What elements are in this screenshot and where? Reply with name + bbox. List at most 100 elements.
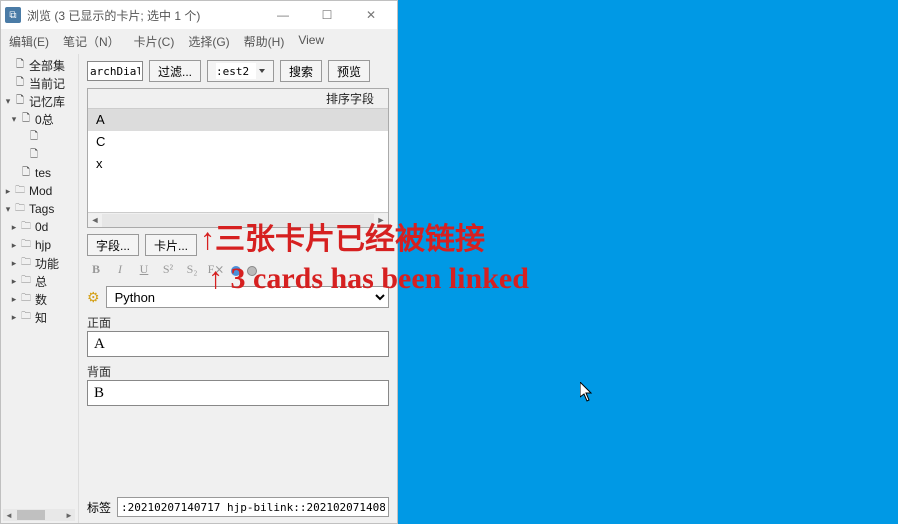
table-row[interactable]: A (88, 109, 388, 131)
folder-icon: 🗀 (19, 293, 33, 305)
bold-button[interactable]: B (87, 262, 105, 280)
sidebar-item[interactable]: 🗋tes (1, 164, 78, 182)
sidebar-item-label: 数 (35, 291, 47, 308)
scroll-right-icon[interactable]: ► (63, 511, 75, 520)
minimize-button[interactable]: — (261, 1, 305, 29)
sidebar-item-label: 0d (35, 220, 48, 234)
maximize-button[interactable]: ☐ (305, 1, 349, 29)
menu-view[interactable]: View (298, 33, 324, 50)
sidebar-item-label: 知 (35, 309, 47, 326)
expand-chevron-icon[interactable]: ▾ (3, 96, 13, 107)
sidebar-item[interactable]: ▾🗋0总 (1, 110, 78, 128)
app-icon: ⧉ (5, 7, 21, 23)
sidebar-item[interactable]: 🗋 (1, 128, 78, 146)
sidebar-item-label: 0总 (35, 111, 54, 128)
sort-column-label: 排序字段 (326, 90, 374, 107)
sidebar-item[interactable]: ▸🗀功能 (1, 254, 78, 272)
sidebar-item-label: Mod (29, 184, 52, 198)
deck-filter-dropdown[interactable] (207, 60, 274, 82)
table-row[interactable]: C (88, 131, 388, 153)
sidebar-item-label: 总 (35, 273, 47, 290)
cards-button[interactable]: 卡片... (145, 234, 197, 256)
folder-icon: 🗀 (19, 311, 33, 323)
sidebar-item[interactable]: ▸🗀0d (1, 218, 78, 236)
text-color-button[interactable] (231, 266, 241, 276)
deck-icon: 🗋 (13, 77, 27, 89)
front-label: 正面 (87, 314, 389, 331)
scroll-left-icon[interactable]: ◄ (3, 511, 15, 520)
sidebar-item-label: Tags (29, 202, 54, 216)
sidebar-item[interactable]: ▸🗀知 (1, 308, 78, 326)
sidebar-item[interactable]: ▸🗀Mod (1, 182, 78, 200)
tags-input[interactable] (117, 497, 389, 517)
table-row[interactable]: x (88, 153, 388, 175)
menu-cards[interactable]: 卡片(C) (134, 33, 175, 50)
search-toolbar: 过滤... 搜索 预览 (87, 60, 389, 82)
search-input[interactable] (87, 61, 143, 81)
deck-filter-input[interactable] (216, 63, 256, 79)
underline-button[interactable]: U (135, 262, 153, 280)
scrollbar-thumb[interactable] (17, 510, 45, 520)
horizontal-scrollbar[interactable]: ◄ ► (88, 212, 388, 227)
expand-chevron-icon[interactable]: ▸ (3, 186, 13, 197)
menu-select[interactable]: 选择(G) (188, 33, 229, 50)
expand-chevron-icon[interactable]: ▸ (9, 312, 19, 323)
search-button[interactable]: 搜索 (280, 60, 322, 82)
expand-chevron-icon[interactable]: ▸ (9, 258, 19, 269)
sidebar: 🗋全部集🗋当前记▾🗋记忆库▾🗋0总🗋🗋🗋tes▸🗀Mod▾🗀Tags▸🗀0d▸🗀… (1, 54, 79, 523)
sidebar-item-label: 全部集 (29, 57, 65, 74)
sidebar-item-label: tes (35, 166, 51, 180)
superscript-button[interactable]: S² (159, 262, 177, 280)
sidebar-item[interactable]: ▸🗀数 (1, 290, 78, 308)
fields-toolbar: 字段... 卡片... (87, 234, 389, 256)
clear-format-button[interactable]: F⨯ (207, 262, 225, 280)
subscript-button[interactable]: S₂ (183, 262, 201, 280)
sidebar-item[interactable]: 🗋 (1, 146, 78, 164)
card-table: 排序字段 A C x ◄ ► (87, 88, 389, 228)
expand-chevron-icon[interactable]: ▾ (3, 204, 13, 215)
sidebar-item[interactable]: 🗋全部集 (1, 56, 78, 74)
sidebar-item[interactable]: 🗋当前记 (1, 74, 78, 92)
preview-button[interactable]: 预览 (328, 60, 370, 82)
filter-button[interactable]: 过滤... (149, 60, 201, 82)
front-field-group: 正面 (87, 314, 389, 357)
fields-button[interactable]: 字段... (87, 234, 139, 256)
sidebar-item-label: 记忆库 (29, 93, 65, 110)
deck-icon: 🗋 (13, 59, 27, 71)
expand-chevron-icon[interactable]: ▾ (9, 114, 19, 125)
sidebar-item[interactable]: ▾🗀Tags (1, 200, 78, 218)
sidebar-item[interactable]: ▾🗋记忆库 (1, 92, 78, 110)
highlight-color-button[interactable] (247, 266, 257, 276)
sidebar-item-label: 当前记 (29, 75, 65, 92)
scroll-right-icon[interactable]: ► (374, 215, 388, 225)
dropdown-caret-icon (259, 69, 265, 73)
notetype-select[interactable]: Python (106, 286, 389, 308)
mouse-cursor-icon (580, 382, 594, 407)
italic-button[interactable]: I (111, 262, 129, 280)
folder-icon: 🗀 (19, 239, 33, 251)
menubar: 编辑(E) 笔记（N） 卡片(C) 选择(G) 帮助(H) View (1, 29, 397, 54)
front-input[interactable] (87, 331, 389, 357)
window-controls: — ☐ ✕ (261, 1, 393, 29)
expand-chevron-icon[interactable]: ▸ (9, 276, 19, 287)
menu-help[interactable]: 帮助(H) (244, 33, 285, 50)
close-button[interactable]: ✕ (349, 1, 393, 29)
table-header[interactable]: 排序字段 (88, 89, 388, 109)
sidebar-item[interactable]: ▸🗀总 (1, 272, 78, 290)
expand-chevron-icon[interactable]: ▸ (9, 240, 19, 251)
back-input[interactable] (87, 380, 389, 406)
window-title: 浏览 (3 已显示的卡片; 选中 1 个) (27, 7, 261, 24)
deck-icon: 🗋 (19, 167, 33, 179)
menu-notes[interactable]: 笔记（N） (63, 33, 120, 50)
notetype-row: ⚙ Python (87, 286, 389, 308)
back-field-group: 背面 (87, 363, 389, 406)
folder-icon: 🗀 (19, 257, 33, 269)
expand-chevron-icon[interactable]: ▸ (9, 222, 19, 233)
sidebar-item[interactable]: ▸🗀hjp (1, 236, 78, 254)
fx-icon: ⚙ (87, 289, 100, 306)
expand-chevron-icon[interactable]: ▸ (9, 294, 19, 305)
tags-label: 标签 (87, 499, 111, 516)
menu-edit[interactable]: 编辑(E) (9, 33, 49, 50)
scroll-left-icon[interactable]: ◄ (88, 215, 102, 225)
sidebar-scrollbar[interactable]: ◄ ► (3, 509, 75, 521)
